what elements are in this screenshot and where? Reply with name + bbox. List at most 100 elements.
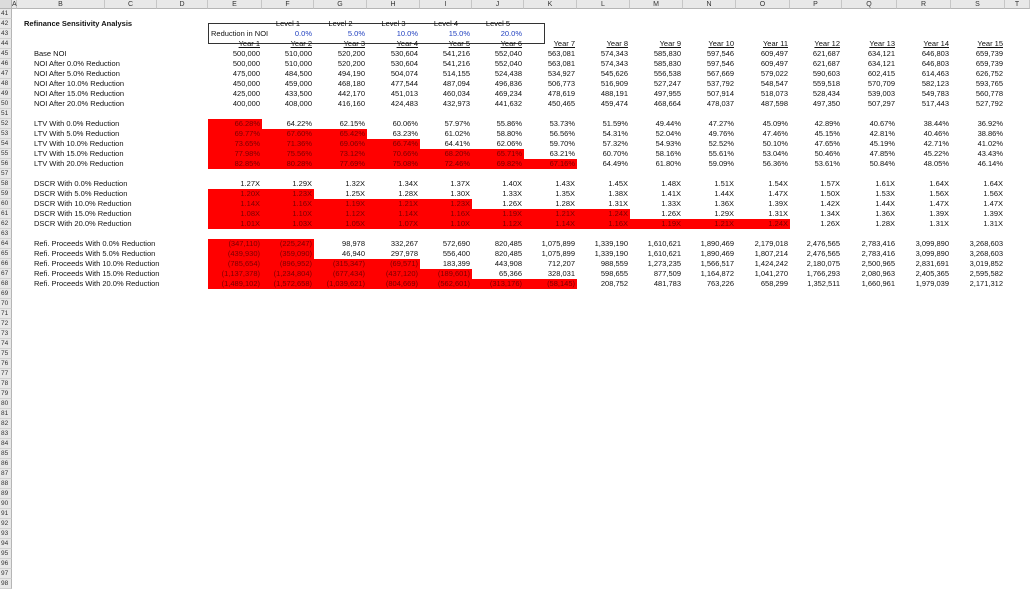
- data-cell[interactable]: 646,803: [897, 49, 951, 59]
- row-header-52[interactable]: 52: [0, 119, 12, 129]
- level-1-reduction-input[interactable]: 0.0%: [262, 29, 314, 39]
- row-header-91[interactable]: 91: [0, 509, 12, 519]
- data-cell[interactable]: 2,405,365: [897, 269, 951, 279]
- data-cell[interactable]: 56.56%: [524, 129, 577, 139]
- data-cell[interactable]: 552,040: [472, 49, 524, 59]
- data-cell[interactable]: 500,000: [208, 49, 262, 59]
- data-cell[interactable]: 1,339,190: [577, 239, 630, 249]
- data-cell[interactable]: 45.09%: [736, 119, 790, 129]
- data-cell[interactable]: 614,463: [897, 69, 951, 79]
- data-cell[interactable]: 478,619: [524, 89, 577, 99]
- column-header-S[interactable]: S: [951, 0, 1005, 9]
- data-cell[interactable]: 1.21X: [367, 199, 420, 209]
- data-cell[interactable]: (313,176): [472, 279, 524, 289]
- row-header-93[interactable]: 93: [0, 529, 12, 539]
- data-cell[interactable]: 3,099,890: [897, 239, 951, 249]
- data-cell[interactable]: 1.33X: [630, 199, 683, 209]
- data-cell[interactable]: 58.80%: [472, 129, 524, 139]
- data-cell[interactable]: (359,090): [262, 249, 314, 259]
- data-cell[interactable]: 1.31X: [951, 219, 1005, 229]
- data-cell[interactable]: 38.86%: [951, 129, 1005, 139]
- data-cell[interactable]: 524,438: [472, 69, 524, 79]
- data-cell[interactable]: 1.36X: [842, 209, 897, 219]
- data-cell[interactable]: 2,080,963: [842, 269, 897, 279]
- data-cell[interactable]: (562,601): [420, 279, 472, 289]
- data-cell[interactable]: 450,465: [524, 99, 577, 109]
- row-header-45[interactable]: 45: [0, 49, 12, 59]
- data-cell[interactable]: 659,739: [951, 49, 1005, 59]
- data-cell[interactable]: 534,927: [524, 69, 577, 79]
- data-cell[interactable]: 1.03X: [262, 219, 314, 229]
- data-cell[interactable]: 73.65%: [208, 139, 262, 149]
- row-header-81[interactable]: 81: [0, 409, 12, 419]
- data-cell[interactable]: 66.74%: [367, 139, 420, 149]
- data-cell[interactable]: 69.82%: [472, 159, 524, 169]
- data-cell[interactable]: 1.30X: [420, 189, 472, 199]
- data-cell[interactable]: 63.23%: [367, 129, 420, 139]
- data-cell[interactable]: 59.70%: [524, 139, 577, 149]
- data-cell[interactable]: 2,831,691: [897, 259, 951, 269]
- data-cell[interactable]: 1.38X: [577, 189, 630, 199]
- data-cell[interactable]: 1,766,293: [790, 269, 842, 279]
- data-cell[interactable]: 69.77%: [208, 129, 262, 139]
- data-cell[interactable]: 65.71%: [472, 149, 524, 159]
- data-cell[interactable]: 1.61X: [842, 179, 897, 189]
- data-cell[interactable]: 47.65%: [790, 139, 842, 149]
- row-header-59[interactable]: 59: [0, 189, 12, 199]
- data-cell[interactable]: 1.51X: [683, 179, 736, 189]
- data-cell[interactable]: 65,366: [472, 269, 524, 279]
- data-cell[interactable]: (1,572,658): [262, 279, 314, 289]
- row-header-71[interactable]: 71: [0, 309, 12, 319]
- data-cell[interactable]: 1.28X: [842, 219, 897, 229]
- data-cell[interactable]: 1,979,039: [897, 279, 951, 289]
- data-cell[interactable]: 3,268,603: [951, 239, 1005, 249]
- data-cell[interactable]: 1.47X: [951, 199, 1005, 209]
- data-cell[interactable]: 1,660,961: [842, 279, 897, 289]
- data-cell[interactable]: 500,000: [208, 59, 262, 69]
- data-cell[interactable]: 183,399: [420, 259, 472, 269]
- data-cell[interactable]: 1.39X: [736, 199, 790, 209]
- data-cell[interactable]: 67.60%: [262, 129, 314, 139]
- data-cell[interactable]: 520,200: [314, 49, 367, 59]
- data-cell[interactable]: 70.66%: [367, 149, 420, 159]
- row-header-51[interactable]: 51: [0, 109, 12, 119]
- data-cell[interactable]: (347,110): [208, 239, 262, 249]
- data-cell[interactable]: 2,500,965: [842, 259, 897, 269]
- data-cell[interactable]: 496,836: [472, 79, 524, 89]
- data-cell[interactable]: (69,571): [367, 259, 420, 269]
- data-cell[interactable]: 1.47X: [897, 199, 951, 209]
- data-cell[interactable]: 510,000: [262, 59, 314, 69]
- data-cell[interactable]: (804,669): [367, 279, 420, 289]
- data-cell[interactable]: (1,137,378): [208, 269, 262, 279]
- data-cell[interactable]: 1.56X: [897, 189, 951, 199]
- row-header-48[interactable]: 48: [0, 79, 12, 89]
- data-cell[interactable]: 443,908: [472, 259, 524, 269]
- data-cell[interactable]: 47.85%: [842, 149, 897, 159]
- data-cell[interactable]: 65.42%: [314, 129, 367, 139]
- data-cell[interactable]: 506,773: [524, 79, 577, 89]
- data-cell[interactable]: 712,207: [524, 259, 577, 269]
- data-cell[interactable]: 297,978: [367, 249, 420, 259]
- data-cell[interactable]: (1,489,102): [208, 279, 262, 289]
- data-cell[interactable]: 432,973: [420, 99, 472, 109]
- row-header-65[interactable]: 65: [0, 249, 12, 259]
- data-cell[interactable]: 1.34X: [367, 179, 420, 189]
- row-header-60[interactable]: 60: [0, 199, 12, 209]
- data-cell[interactable]: 433,500: [262, 89, 314, 99]
- data-cell[interactable]: 57.97%: [420, 119, 472, 129]
- data-cell[interactable]: 1.44X: [842, 199, 897, 209]
- data-cell[interactable]: 559,518: [790, 79, 842, 89]
- data-cell[interactable]: 55.61%: [683, 149, 736, 159]
- column-header-C[interactable]: C: [105, 0, 157, 9]
- data-cell[interactable]: 69.06%: [314, 139, 367, 149]
- data-cell[interactable]: 1.39X: [897, 209, 951, 219]
- column-header-K[interactable]: K: [524, 0, 577, 9]
- data-cell[interactable]: 1.31X: [736, 209, 790, 219]
- data-cell[interactable]: 494,190: [314, 69, 367, 79]
- row-header-72[interactable]: 72: [0, 319, 12, 329]
- data-cell[interactable]: 82.85%: [208, 159, 262, 169]
- data-cell[interactable]: 621,687: [790, 59, 842, 69]
- data-cell[interactable]: 1,339,190: [577, 249, 630, 259]
- data-cell[interactable]: 53.04%: [736, 149, 790, 159]
- data-cell[interactable]: 400,000: [208, 99, 262, 109]
